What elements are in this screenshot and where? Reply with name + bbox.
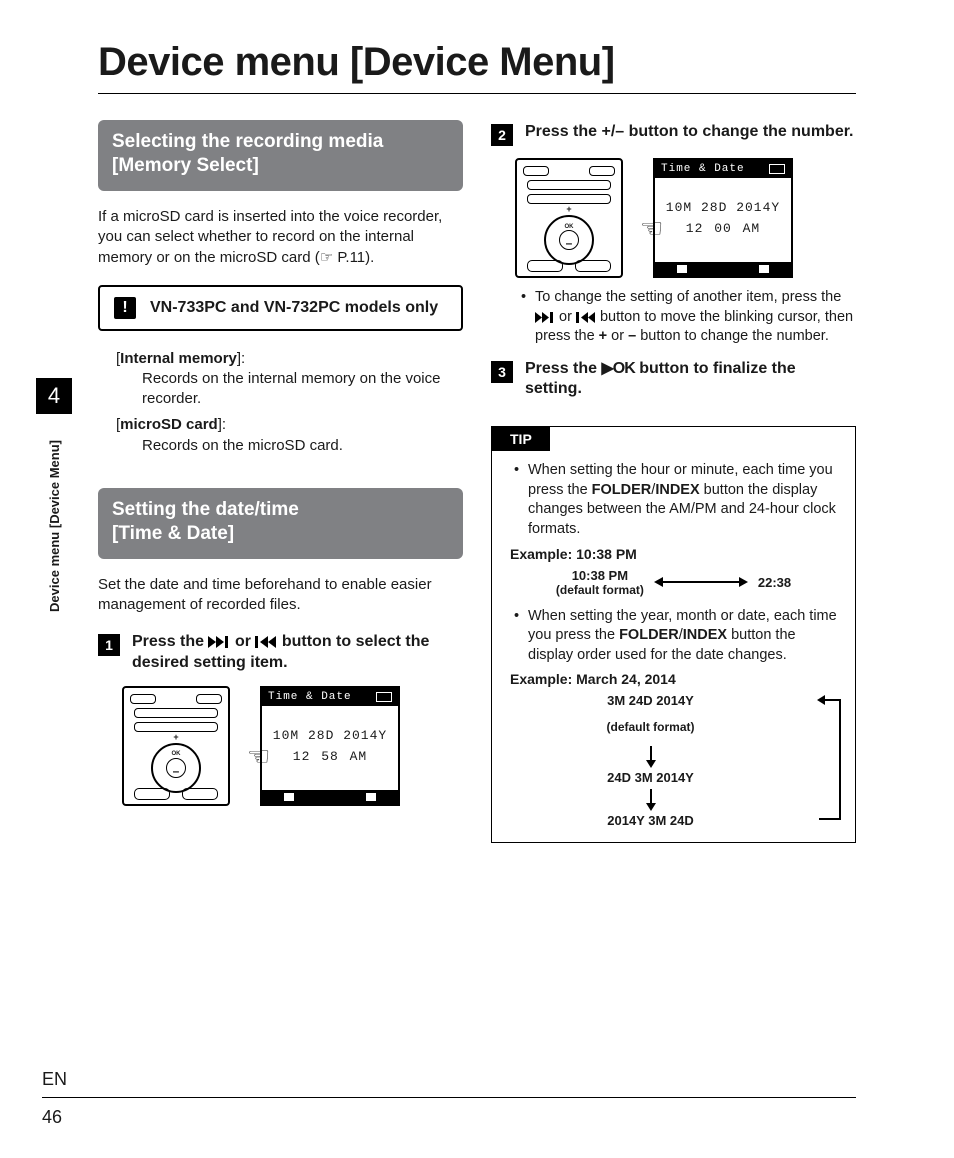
option-desc: Records on the internal memory on the vo… xyxy=(142,369,463,410)
page-title: Device menu [Device Menu] xyxy=(98,40,856,85)
format-comparison-row: 10:38 PM (default format) 22:38 xyxy=(492,568,855,597)
step-text: Press the or button to select the desire… xyxy=(132,632,463,674)
body-paragraph: If a microSD card is inserted into the v… xyxy=(98,207,463,269)
lcd-screen-illustration: Time & Date 10M 28D 2014Y 12 58 AM xyxy=(260,686,400,806)
format-cycle: 3M 24D 2014Y (default format) 24D 3M 201… xyxy=(510,693,841,828)
format-value: 2014Y 3M 24D xyxy=(510,813,791,828)
step-number: 3 xyxy=(491,361,513,383)
lcd-date-line: 10M 28D 2014Y xyxy=(262,728,398,743)
illustration-row: + OK – ☞ Time & Date 10M 28D 2014Y 12 58… xyxy=(122,686,463,806)
format-value: 10:38 PM xyxy=(556,568,644,583)
section-heading-time-date: Setting the date/time [Time & Date] xyxy=(98,488,463,559)
step-number: 1 xyxy=(98,634,120,656)
step-text: Press the +/– button to change the numbe… xyxy=(525,122,854,146)
format-value: 22:38 xyxy=(758,575,791,590)
right-column: 2 Press the +/– button to change the num… xyxy=(491,120,856,843)
heading-line: Setting the date/time xyxy=(112,499,299,520)
tip-bullet-list: When setting the year, month or date, ea… xyxy=(514,607,841,666)
example-label: Example: 10:38 PM xyxy=(510,546,855,562)
lcd-time-line: 12 00 AM xyxy=(655,221,791,236)
device-illustration: + OK – ☞ xyxy=(122,686,230,806)
step-number: 2 xyxy=(491,124,513,146)
fast-forward-icon xyxy=(535,312,555,323)
step-row: 2 Press the +/– button to change the num… xyxy=(491,122,856,146)
illustration-row: + OK – ☞ Time & Date 10M 28D 2014Y 12 00… xyxy=(515,158,856,278)
model-note-text: VN-733PC and VN-732PC models only xyxy=(150,298,438,318)
tip-box: TIP When setting the hour or minute, eac… xyxy=(491,426,856,843)
section-heading-memory-select: Selecting the recording media [Memory Se… xyxy=(98,120,463,191)
down-arrow-icon xyxy=(650,789,652,809)
option-term: [microSD card]: xyxy=(116,415,463,435)
example-label: Example: March 24, 2014 xyxy=(510,671,855,687)
tip-label: TIP xyxy=(492,427,550,451)
device-illustration: + OK – ☞ xyxy=(515,158,623,278)
left-column: Selecting the recording media [Memory Se… xyxy=(98,120,463,843)
option-desc: Records on the microSD card. xyxy=(142,436,463,456)
format-note: (default format) xyxy=(510,720,791,734)
list-item: When setting the year, month or date, ea… xyxy=(514,607,841,666)
format-value: 24D 3M 2014Y xyxy=(510,770,791,785)
rule-bottom xyxy=(42,1097,856,1098)
format-value: 3M 24D 2014Y xyxy=(510,693,791,708)
list-item: When setting the hour or minute, each ti… xyxy=(514,461,841,539)
fast-forward-icon xyxy=(208,636,230,648)
option-list: [Internal memory]: Records on the intern… xyxy=(116,349,463,456)
down-arrow-icon xyxy=(650,746,652,766)
lcd-date-line: 10M 28D 2014Y xyxy=(655,200,791,215)
step-row: 1 Press the or button to select the desi… xyxy=(98,632,463,674)
rewind-icon xyxy=(255,636,277,648)
rule-top xyxy=(98,93,856,94)
sub-bullet-list: To change the setting of another item, p… xyxy=(521,288,856,347)
option-term: [Internal memory]: xyxy=(116,349,463,369)
language-code: EN xyxy=(42,1069,67,1090)
step-text: Press the ▶OK button to finalize the set… xyxy=(525,359,856,401)
side-running-head: Device menu [Device Menu] xyxy=(47,440,62,612)
heading-line: [Memory Select] xyxy=(112,155,259,176)
lcd-time-line: 12 58 AM xyxy=(262,749,398,764)
heading-line: Selecting the recording media xyxy=(112,131,383,152)
warning-icon: ! xyxy=(114,297,136,319)
lcd-screen-illustration: Time & Date 10M 28D 2014Y 12 00 AM xyxy=(653,158,793,278)
step-row: 3 Press the ▶OK button to finalize the s… xyxy=(491,359,856,401)
loop-arrow-icon xyxy=(813,699,841,828)
body-paragraph: Set the date and time beforehand to enab… xyxy=(98,575,463,616)
page-number: 46 xyxy=(42,1107,62,1128)
double-arrow-icon xyxy=(656,581,746,583)
list-item: To change the setting of another item, p… xyxy=(521,288,856,347)
model-note-box: ! VN-733PC and VN-732PC models only xyxy=(98,285,463,331)
format-note: (default format) xyxy=(556,583,644,597)
tip-bullet-list: When setting the hour or minute, each ti… xyxy=(514,461,841,539)
rewind-icon xyxy=(576,312,596,323)
chapter-tab: 4 xyxy=(36,378,72,414)
manual-page: Device menu [Device Menu] 4 Device menu … xyxy=(0,0,954,1158)
heading-line: [Time & Date] xyxy=(112,523,234,544)
